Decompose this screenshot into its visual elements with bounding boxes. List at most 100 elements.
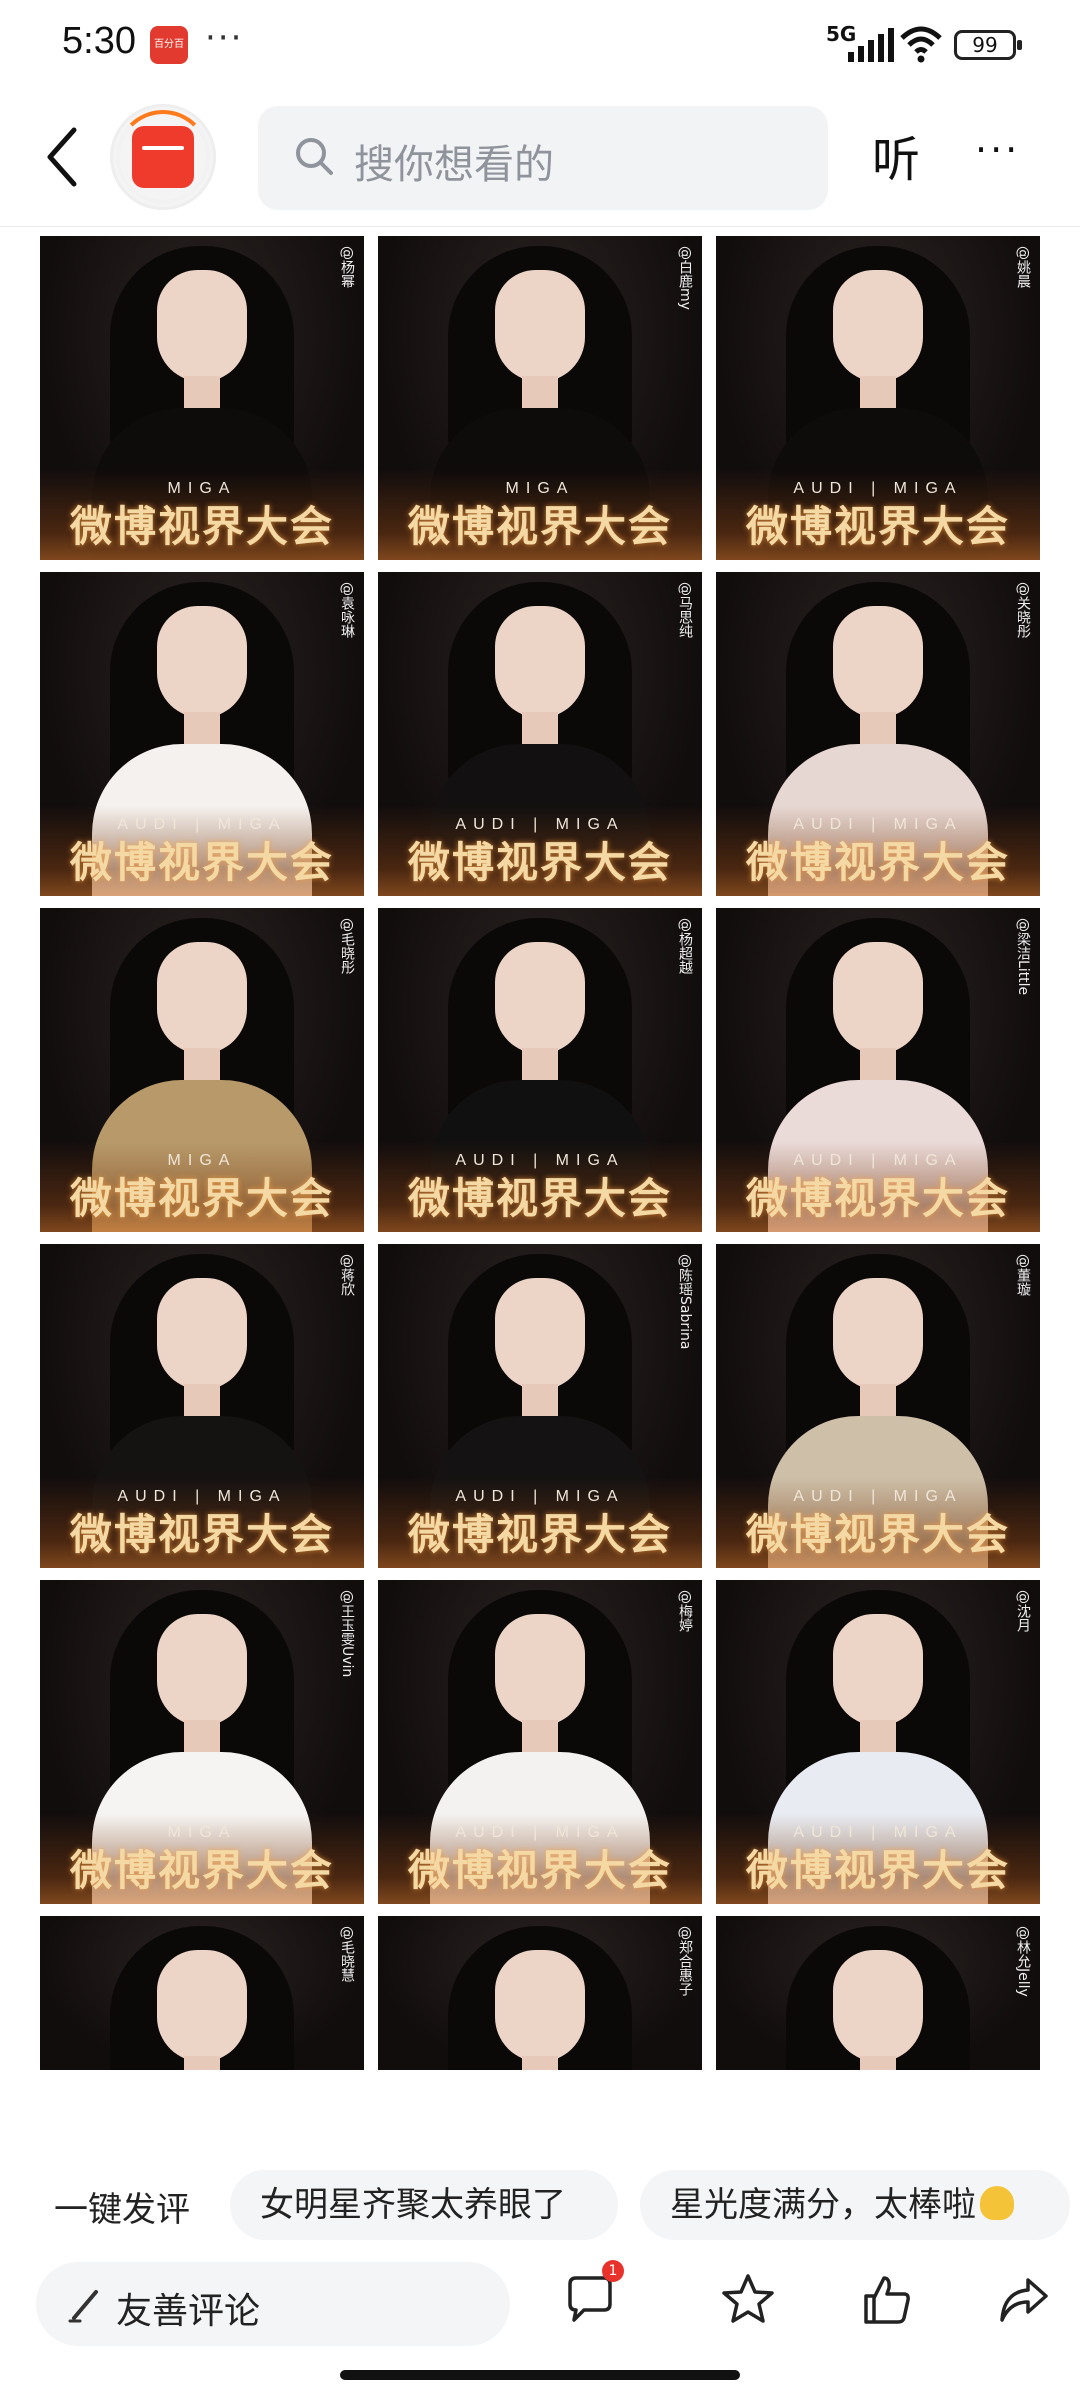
like-icon[interactable] [856, 2270, 916, 2330]
tile-caption: @毛晓彤 [339, 918, 355, 974]
tile-event-title: 微博视界大会 [407, 1510, 672, 1559]
portrait-face [833, 270, 923, 382]
back-button[interactable] [40, 122, 84, 192]
red-packet-icon [132, 126, 194, 188]
photo-tile[interactable]: @马思纯 AUDI | MIGA 微博视界大会 [378, 572, 702, 896]
portrait-face [495, 606, 585, 718]
quick-comment-chip[interactable]: 星光度满分，太棒啦 [640, 2170, 1070, 2240]
tile-caption: @郑合惠子 [677, 1926, 693, 1996]
tile-event-title: 微博视界大会 [745, 838, 1010, 887]
quick-comment-bar: 一键发评 女明星齐聚太养眼了 星光度满分，太棒啦 [0, 2152, 1080, 2252]
photo-tile[interactable]: @林允Jelly [716, 1916, 1040, 2070]
portrait-neck [522, 2056, 558, 2070]
portrait-face [495, 1950, 585, 2062]
search-input[interactable]: 搜你想看的 [258, 106, 828, 210]
portrait-face [833, 1278, 923, 1390]
portrait-face [157, 1614, 247, 1726]
portrait-face [157, 606, 247, 718]
tile-caption: @林允Jelly [1015, 1926, 1031, 1997]
tile-event-title: 微博视界大会 [407, 838, 672, 887]
tile-event-title: 微博视界大会 [745, 1846, 1010, 1895]
photo-tile[interactable]: @姚晨 AUDI | MIGA 微博视界大会 [716, 236, 1040, 560]
app-logo[interactable] [110, 104, 216, 210]
portrait-face [157, 942, 247, 1054]
photo-tile[interactable]: @毛晓慧 [40, 1916, 364, 2070]
portrait-face [157, 1950, 247, 2062]
more-menu-button[interactable]: ··· [975, 128, 1020, 172]
tile-event-title: 微博视界大会 [407, 1174, 672, 1223]
portrait-face [833, 606, 923, 718]
quick-comment-chip[interactable]: 女明星齐聚太养眼了 [230, 2170, 618, 2240]
tile-event-title: 微博视界大会 [407, 502, 672, 551]
portrait-face [157, 270, 247, 382]
tile-event-title: 微博视界大会 [745, 1510, 1010, 1559]
photo-tile[interactable]: @毛晓彤 MIGA 微博视界大会 [40, 908, 364, 1232]
search-icon [296, 138, 333, 175]
tile-event-title: 微博视界大会 [69, 1510, 334, 1559]
tile-caption: @董璇 [1015, 1254, 1031, 1296]
signal-icon [848, 28, 894, 62]
portrait-neck [184, 2056, 220, 2070]
photo-tile[interactable]: @关晓彤 AUDI | MIGA 微博视界大会 [716, 572, 1040, 896]
clap-emoji-icon [980, 2186, 1014, 2220]
home-indicator [340, 2370, 740, 2380]
tile-event-title: 微博视界大会 [69, 838, 334, 887]
photo-tile[interactable]: @王玉雯Uvin MIGA 微博视界大会 [40, 1580, 364, 1904]
share-icon[interactable] [994, 2270, 1054, 2330]
chip-text: 星光度满分，太棒啦 [670, 2185, 976, 2225]
tile-caption: @马思纯 [677, 582, 693, 638]
photo-tile[interactable]: @袁咏琳 AUDI | MIGA 微博视界大会 [40, 572, 364, 896]
tile-caption: @蒋欣 [339, 1254, 355, 1296]
tile-event-title: 微博视界大会 [69, 1846, 334, 1895]
tile-caption: @王玉雯Uvin [339, 1590, 355, 1678]
status-time: 5:30 [62, 20, 136, 62]
tile-caption: @关晓彤 [1015, 582, 1031, 638]
photo-tile[interactable]: @杨超越 AUDI | MIGA 微博视界大会 [378, 908, 702, 1232]
bottom-action-bar: 友善评论 1 [0, 2256, 1080, 2348]
search-placeholder: 搜你想看的 [354, 142, 554, 188]
tile-caption: @陈瑶Sabrina [677, 1254, 693, 1350]
tile-event-title: 微博视界大会 [69, 502, 334, 551]
portrait-face [495, 942, 585, 1054]
battery-indicator: 99 [954, 30, 1022, 60]
comment-input[interactable]: 友善评论 [36, 2262, 510, 2346]
tile-caption: @毛晓慧 [339, 1926, 355, 1982]
photo-tile[interactable]: @梅婷 AUDI | MIGA 微博视界大会 [378, 1580, 702, 1904]
portrait-neck [860, 2056, 896, 2070]
photo-tile[interactable]: @董璇 AUDI | MIGA 微博视界大会 [716, 1244, 1040, 1568]
portrait-face [833, 942, 923, 1054]
comment-placeholder: 友善评论 [116, 2291, 261, 2332]
tile-caption: @姚晨 [1015, 246, 1031, 288]
chip-text: 女明星齐聚太养眼了 [260, 2185, 566, 2225]
quick-comment-label: 一键发评 [54, 2190, 190, 2230]
tile-event-title: 微博视界大会 [69, 1174, 334, 1223]
tile-caption: @杨幂 [339, 246, 355, 288]
photo-tile[interactable]: @梁洁Little AUDI | MIGA 微博视界大会 [716, 908, 1040, 1232]
comment-count-badge: 1 [602, 2260, 624, 2282]
photo-tile[interactable]: @杨幂 MIGA 微博视界大会 [40, 236, 364, 560]
wifi-icon [900, 26, 942, 63]
tile-event-title: 微博视界大会 [745, 1174, 1010, 1223]
header-divider [0, 226, 1080, 227]
portrait-face [495, 270, 585, 382]
listen-button[interactable]: 听 [872, 120, 920, 190]
tile-caption: @梁洁Little [1015, 918, 1031, 996]
top-nav-bar: 搜你想看的 听 ··· [0, 92, 1080, 222]
tile-caption: @袁咏琳 [339, 582, 355, 638]
pen-icon [68, 2290, 98, 2323]
tile-caption: @梅婷 [677, 1590, 693, 1632]
portrait-face [495, 1614, 585, 1726]
portrait-face [833, 1950, 923, 2062]
photo-tile[interactable]: @陈瑶Sabrina AUDI | MIGA 微博视界大会 [378, 1244, 702, 1568]
notification-app-icon: 百分百 [150, 26, 188, 64]
photo-tile[interactable]: @白鹿my MIGA 微博视界大会 [378, 236, 702, 560]
photo-tile[interactable]: @郑合惠子 [378, 1916, 702, 2070]
more-notifications-icon: ··· [205, 18, 244, 58]
portrait-face [833, 1614, 923, 1726]
tile-caption: @沈月 [1015, 1590, 1031, 1632]
photo-tile[interactable]: @沈月 AUDI | MIGA 微博视界大会 [716, 1580, 1040, 1904]
star-icon[interactable] [718, 2270, 778, 2330]
portrait-face [495, 1278, 585, 1390]
tile-caption: @白鹿my [677, 246, 693, 310]
photo-tile[interactable]: @蒋欣 AUDI | MIGA 微博视界大会 [40, 1244, 364, 1568]
